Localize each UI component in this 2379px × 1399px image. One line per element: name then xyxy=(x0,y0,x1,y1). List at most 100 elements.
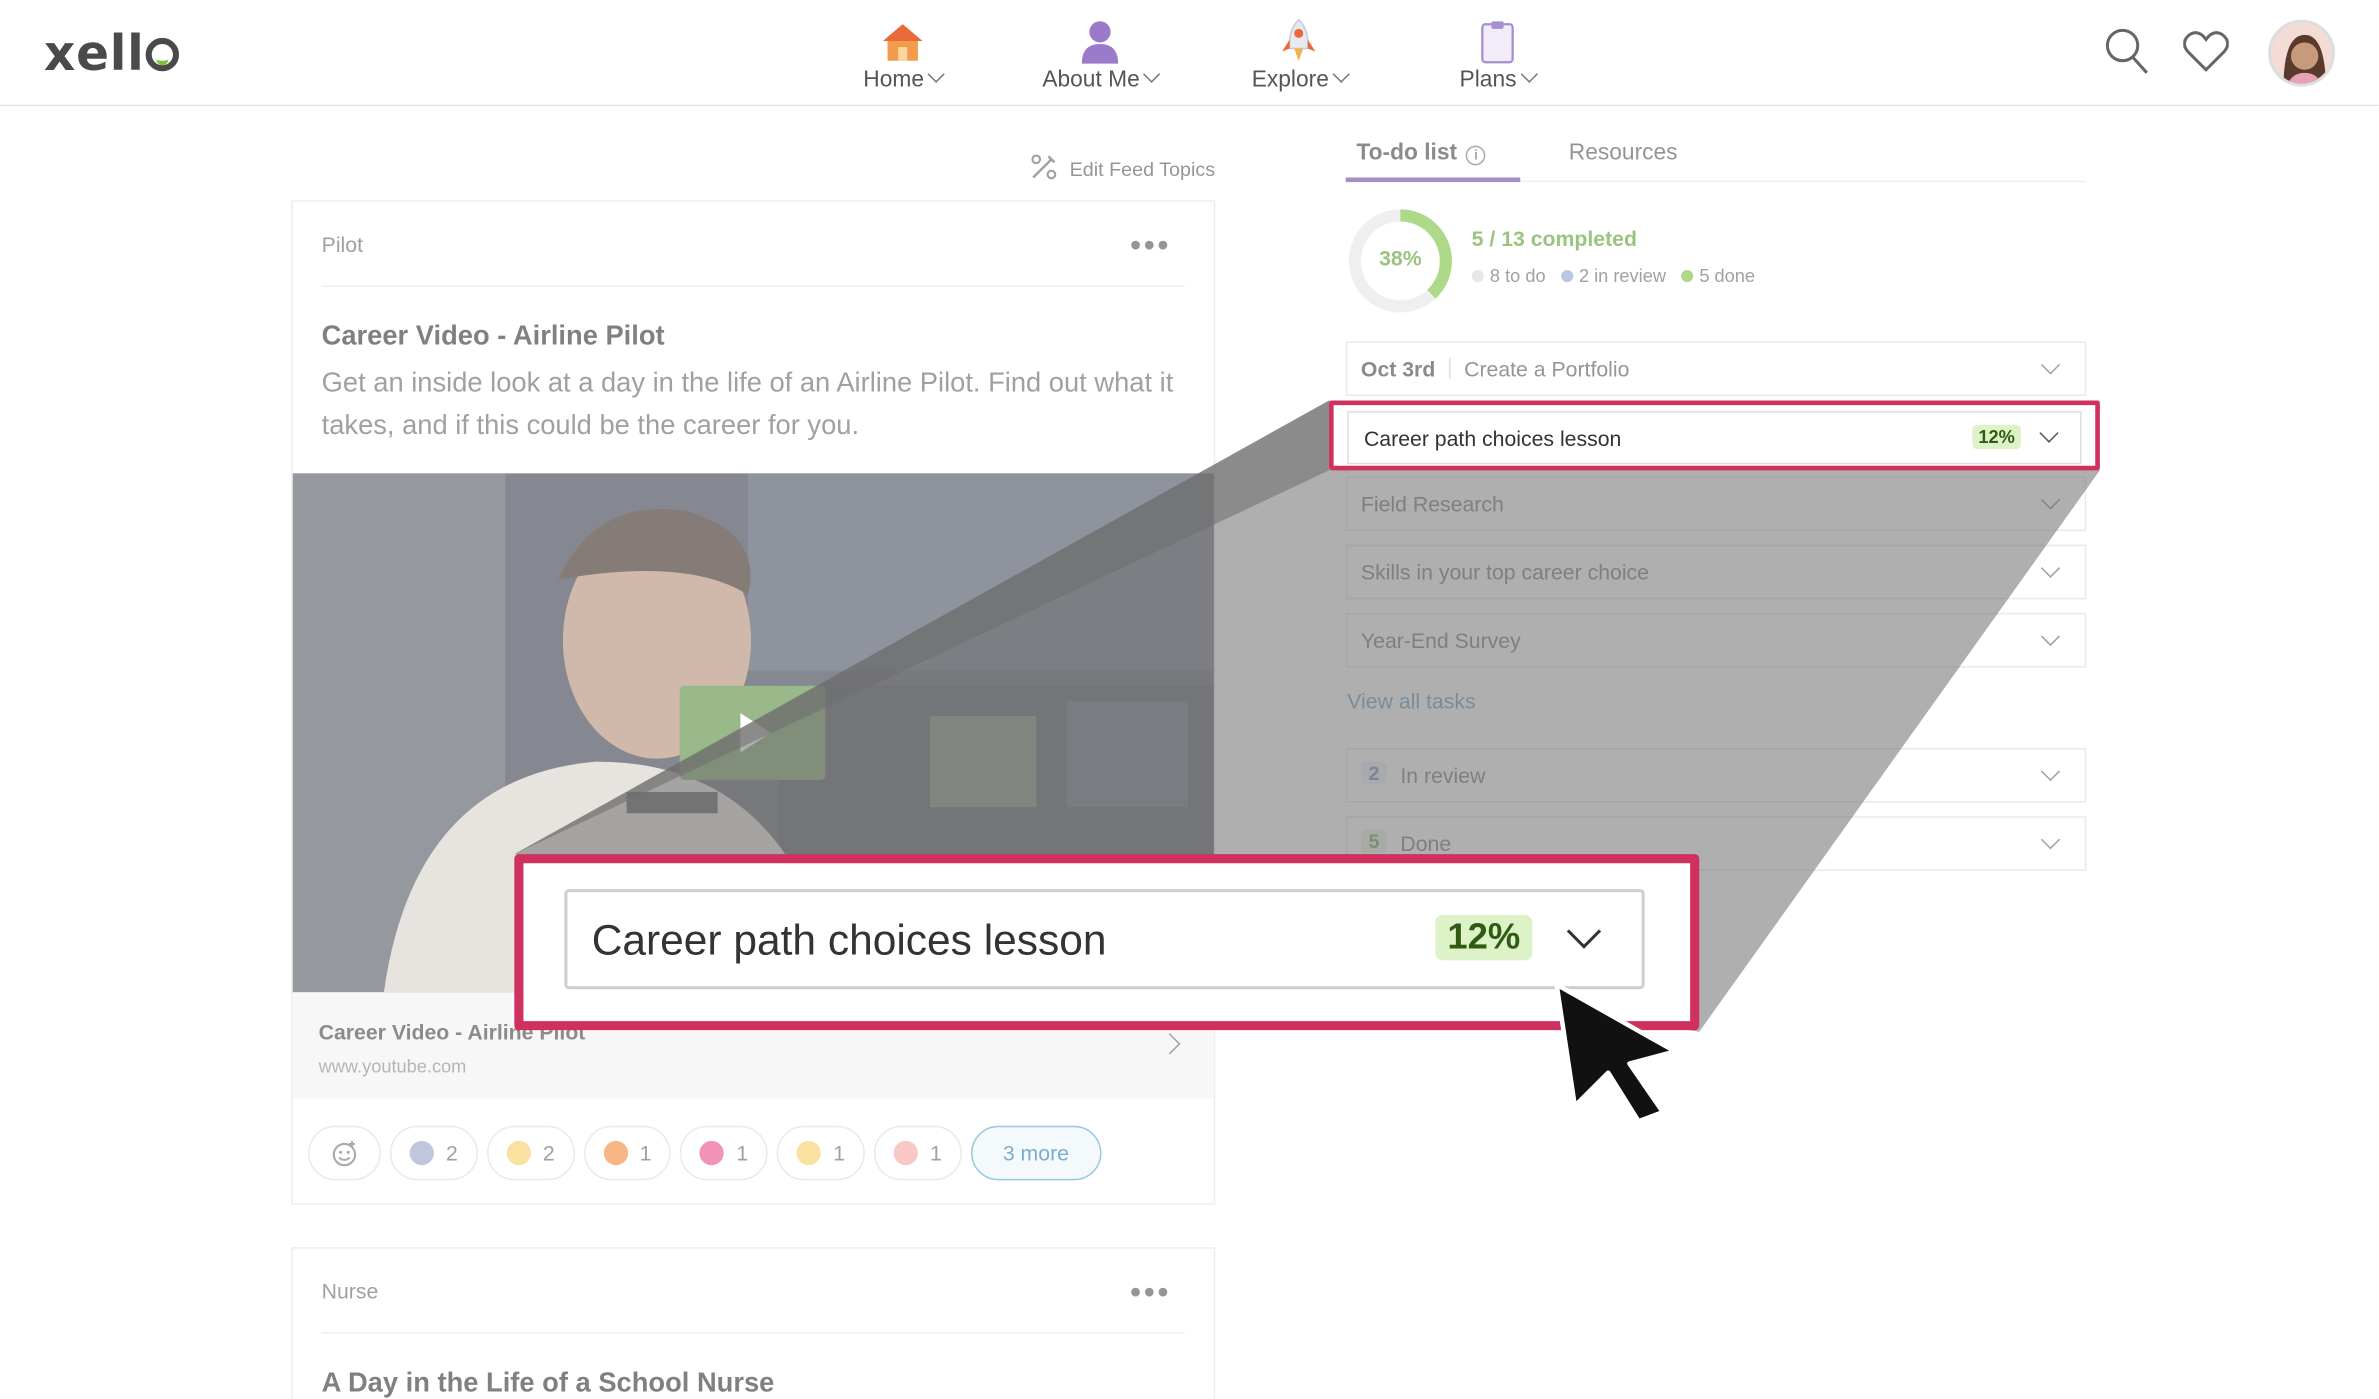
progress-percent: 38% xyxy=(1379,245,1422,271)
clipboard-icon xyxy=(1480,15,1514,64)
clap-emoji-icon xyxy=(506,1140,531,1166)
nav-explore-label: Explore xyxy=(1251,66,1329,93)
zoomed-badge: 12% xyxy=(1435,914,1533,961)
edit-feed-topics-label: Edit Feed Topics xyxy=(1069,157,1216,181)
chevron-down-icon xyxy=(2040,490,2061,510)
card-category: Nurse xyxy=(321,1278,379,1304)
legend-label: 2 in review xyxy=(1578,265,1666,287)
todo-label: Skills in your top career choice xyxy=(1360,559,1650,585)
card-category: Pilot xyxy=(321,232,363,257)
in-review-section[interactable]: 2 In review xyxy=(1345,747,2087,803)
search-icon[interactable] xyxy=(2104,27,2150,83)
chevron-down-icon xyxy=(1520,65,1538,83)
more-options-icon[interactable]: ••• xyxy=(1130,1276,1171,1311)
edit-feed-topics-button[interactable]: Edit Feed Topics xyxy=(1030,153,1215,185)
nav-about-me[interactable]: About Me xyxy=(1042,15,1161,93)
highlighted-todo-item[interactable]: Career path choices lesson 12% xyxy=(1329,400,2100,471)
nav-plans[interactable]: Plans xyxy=(1459,15,1538,93)
nav-about-label: About Me xyxy=(1042,66,1140,93)
tab-todo-label: To-do list xyxy=(1356,139,1458,166)
todo-item-year-end-survey[interactable]: Year-End Survey xyxy=(1345,612,2087,668)
chevron-right-icon xyxy=(1159,1033,1181,1055)
mouse-cursor-icon xyxy=(1554,982,1678,1123)
todo-tabs: To-do list i Resources xyxy=(1345,134,2087,183)
reaction-count: 2 xyxy=(446,1140,458,1166)
todo-date: Oct 3rd xyxy=(1360,356,1436,381)
nav-explore[interactable]: Explore xyxy=(1251,15,1350,93)
scream-emoji-icon xyxy=(893,1140,918,1166)
play-button[interactable] xyxy=(679,685,826,780)
chevron-down-icon xyxy=(2040,558,2061,578)
card-description: Get an inside look at a day in the life … xyxy=(321,367,1174,440)
legend-dot xyxy=(1681,270,1694,283)
tab-resources[interactable]: Resources xyxy=(1569,140,1678,166)
heart-icon[interactable] xyxy=(2182,30,2230,80)
chevron-down-icon xyxy=(2040,830,2061,850)
legend-dot xyxy=(1471,270,1484,283)
reaction-count: 1 xyxy=(639,1140,652,1166)
feed-card: Nurse ••• A Day in the Life of a School … xyxy=(291,1247,1216,1399)
todo-item-create-portfolio[interactable]: Oct 3rd Create a Portfolio xyxy=(1345,341,2087,396)
divider xyxy=(1448,358,1451,380)
status-count: 2 xyxy=(1360,761,1388,785)
feed-card: Pilot ••• Career Video - Airline Pilot G… xyxy=(291,200,1216,1205)
reaction-scream[interactable]: 1 xyxy=(873,1125,962,1181)
progress-legend: 8 to do 2 in review 5 done xyxy=(1471,265,1756,287)
zoomed-todo-item[interactable]: Career path choices lesson 12% xyxy=(564,889,1645,990)
page: xell Home About Me Explore Plans Edit Fe… xyxy=(0,0,2379,1399)
zoom-callout: Career path choices lesson 12% xyxy=(514,854,1700,1031)
xello-logo[interactable]: xell xyxy=(44,24,180,82)
card-title[interactable]: A Day in the Life of a School Nurse xyxy=(322,1367,775,1399)
todo-label: Year-End Survey xyxy=(1360,628,1521,653)
add-reaction-button[interactable] xyxy=(307,1125,381,1181)
card-title[interactable]: Career Video - Airline Pilot xyxy=(322,320,665,352)
reaction-fire[interactable]: 1 xyxy=(583,1125,672,1181)
legend-dot xyxy=(1560,270,1573,283)
chevron-down-icon xyxy=(927,65,945,83)
legend-label: 5 done xyxy=(1699,265,1756,287)
fire-emoji-icon xyxy=(603,1140,628,1166)
legend-todo: 8 to do xyxy=(1471,266,1546,287)
more-reactions-button[interactable]: 3 more xyxy=(970,1125,1102,1181)
completed-total: / 13 completed xyxy=(1489,226,1637,251)
view-all-tasks-link[interactable]: View all tasks xyxy=(1347,689,1475,713)
status-label: Done xyxy=(1400,831,1452,856)
reaction-count: 2 xyxy=(542,1140,555,1166)
video-source: www.youtube.com xyxy=(318,1055,467,1078)
reactions-bar: 2 2 1 1 1 1 3 more xyxy=(307,1125,1102,1181)
grimace-emoji-icon xyxy=(796,1140,822,1166)
reaction-count: 1 xyxy=(833,1140,846,1166)
reaction-heart-eyes[interactable]: 1 xyxy=(680,1125,768,1181)
chevron-down-icon xyxy=(1143,65,1161,83)
todo-item-skills[interactable]: Skills in your top career choice xyxy=(1345,544,2087,600)
legend-review: 2 in review xyxy=(1560,265,1666,287)
reaction-clap[interactable]: 2 xyxy=(486,1125,575,1181)
info-icon[interactable]: i xyxy=(1466,145,1486,166)
reaction-count: 1 xyxy=(930,1140,942,1166)
completed-count: 5 xyxy=(1471,226,1484,251)
zoomed-label: Career path choices lesson xyxy=(591,916,1107,964)
divider xyxy=(321,285,1185,287)
chevron-down-icon[interactable] xyxy=(1566,914,1602,949)
eyes-emoji-icon xyxy=(409,1140,434,1166)
highlighted-badge: 12% xyxy=(1972,424,2021,450)
divider xyxy=(321,1332,1185,1334)
chevron-down-icon xyxy=(2040,355,2061,375)
reaction-grimace[interactable]: 1 xyxy=(777,1125,865,1181)
nav-home[interactable]: Home xyxy=(863,15,945,93)
chevron-down-icon xyxy=(1332,65,1350,83)
tab-todo-list[interactable]: To-do list i xyxy=(1356,140,1486,166)
completed-summary: 5 / 13 completed xyxy=(1472,226,1637,250)
todo-item-field-research[interactable]: Field Research xyxy=(1345,476,2087,532)
add-emoji-icon xyxy=(332,1140,357,1167)
more-options-icon[interactable]: ••• xyxy=(1130,229,1171,264)
highlighted-row: Career path choices lesson 12% xyxy=(1347,411,2082,465)
avatar[interactable] xyxy=(2268,19,2335,87)
top-header: xell Home About Me Explore Plans xyxy=(0,0,2379,107)
edit-topics-icon xyxy=(1030,153,1057,185)
reaction-count: 1 xyxy=(736,1140,749,1166)
chevron-down-icon xyxy=(2040,761,2061,782)
active-tab-underline xyxy=(1345,177,1521,183)
nav-plans-label: Plans xyxy=(1459,66,1517,93)
reaction-eyes[interactable]: 2 xyxy=(389,1125,478,1181)
